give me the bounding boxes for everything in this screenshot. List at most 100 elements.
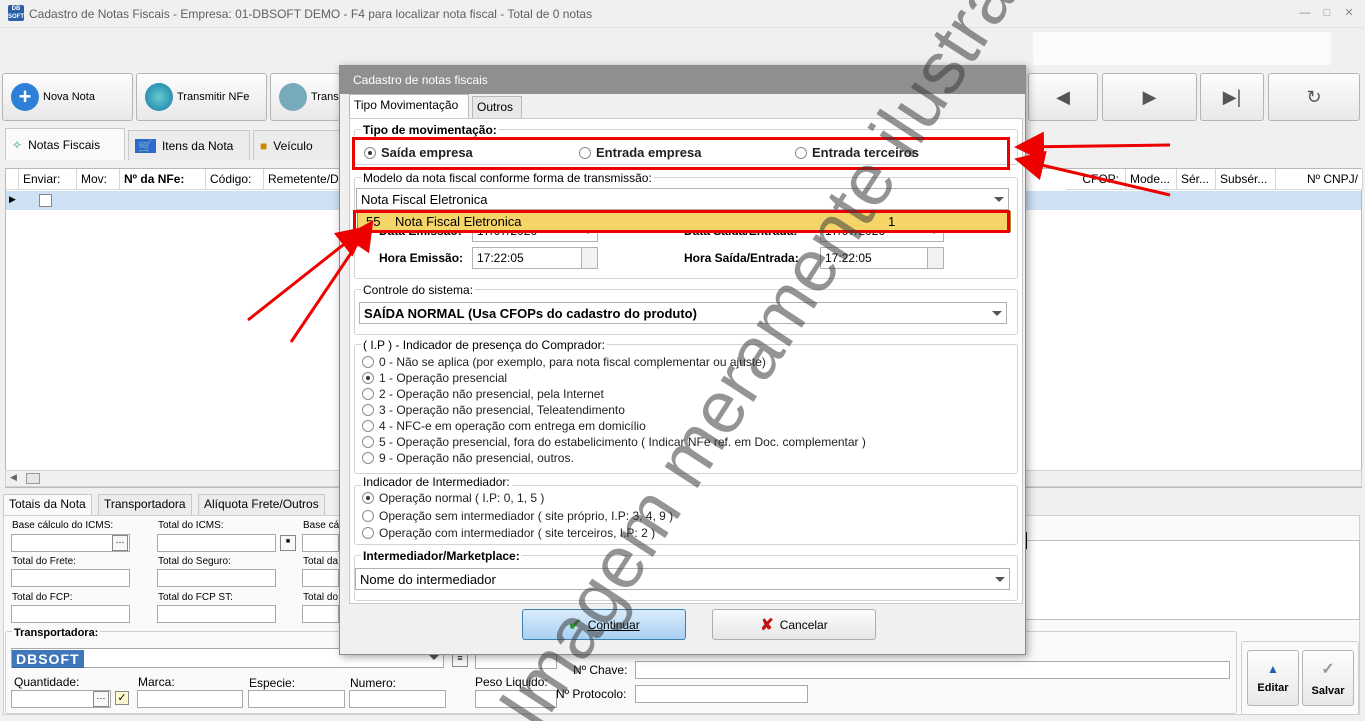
col-serie[interactable]: Sér... <box>1177 169 1216 190</box>
next-record-button[interactable]: ▶ <box>1102 73 1197 121</box>
transmitir-nfe-button[interactable]: Transmitir NFe <box>136 73 267 121</box>
total-seguro-input[interactable] <box>157 569 276 587</box>
editar-button[interactable]: ▲ Editar <box>1247 650 1299 706</box>
scroll-thumb[interactable] <box>26 473 40 484</box>
modelo-value: Nota Fiscal Eletronica <box>361 192 488 207</box>
hora-emissao-label: Hora Emissão: <box>379 251 464 265</box>
total-fcp-input[interactable] <box>11 605 130 623</box>
intermediador-label: Indicador de Intermediador: <box>361 475 512 489</box>
last-record-button[interactable]: ▶| <box>1200 73 1264 121</box>
tab-outros[interactable]: Outros <box>472 96 522 118</box>
continuar-button[interactable]: ✔ Continuar <box>522 609 686 640</box>
chave-input[interactable] <box>635 661 1230 679</box>
radio-icon <box>362 356 374 368</box>
scroll-left-icon[interactable]: ◀ <box>10 472 17 483</box>
col-remetente[interactable]: Remetente/D <box>264 169 346 190</box>
col-codigo[interactable]: Código: <box>206 169 264 190</box>
presenca-label: ( I.P ) - Indicador de presença do Compr… <box>361 338 607 352</box>
especie-input[interactable] <box>248 690 345 708</box>
peso-liquido-input[interactable] <box>475 690 557 708</box>
hora-saida-input[interactable]: 17:22:05 <box>820 247 944 269</box>
trans-button[interactable]: Trans <box>270 73 340 121</box>
chevron-down-icon <box>429 655 439 660</box>
base-icms-input[interactable]: ⋯ <box>11 534 130 552</box>
dbsoft-logo: DBSOFT <box>12 650 84 668</box>
edit-arrow-icon: ▲ <box>1267 662 1279 676</box>
base-cut-label: Base cál <box>303 520 342 531</box>
col-cfop[interactable]: CFOP: <box>1066 169 1126 190</box>
marketplace-label: Intermediador/Marketplace: <box>361 549 522 563</box>
intermediador-option-1[interactable]: Operação sem intermediador ( site própri… <box>362 509 673 523</box>
protocolo-input[interactable] <box>635 685 808 703</box>
total-da-input[interactable] <box>302 569 339 587</box>
close-icon[interactable]: ✕ <box>1342 6 1356 20</box>
editar-label: Editar <box>1257 682 1289 694</box>
toggle-icon[interactable]: ■ <box>280 535 296 551</box>
spin-buttons[interactable] <box>927 248 943 268</box>
quantidade-input[interactable]: ⋯ <box>11 690 111 708</box>
col-cnpj[interactable]: Nº CNPJ/ <box>1276 169 1363 190</box>
col-enviar[interactable]: Enviar: <box>19 169 77 190</box>
marketplace-combo[interactable]: Nome do intermediador <box>355 568 1010 590</box>
presenca-option-0[interactable]: 0 - Não se aplica (por exemplo, para not… <box>362 355 766 369</box>
hora-emissao-input[interactable]: 17:22:05 <box>472 247 598 269</box>
ellipsis-icon-2[interactable]: ⋯ <box>93 691 109 707</box>
tab-aliquota[interactable]: Alíquota Frete/Outros <box>198 494 325 515</box>
total-icms-input[interactable] <box>157 534 276 552</box>
arrow-to-tipo <box>1014 131 1171 162</box>
col-mov[interactable]: Mov: <box>77 169 120 190</box>
refresh-button[interactable]: ↻ <box>1268 73 1360 121</box>
continuar-label: Continuar <box>587 617 640 632</box>
numero-input[interactable] <box>349 690 446 708</box>
minimize-icon[interactable]: — <box>1298 6 1312 20</box>
radio-icon <box>362 436 374 448</box>
tab-transportadora[interactable]: Transportadora <box>98 494 192 515</box>
dropdown-item-label: Nota Fiscal Eletronica <box>395 214 522 229</box>
ellipsis-icon[interactable]: ⋯ <box>112 535 128 551</box>
tab-veiculo[interactable]: ■ Veículo <box>253 130 343 160</box>
radio-icon <box>795 146 807 159</box>
saida-empresa-radio[interactable]: Saída empresa <box>364 145 473 160</box>
total-do-label: Total do <box>303 592 339 603</box>
marca-input[interactable] <box>137 690 243 708</box>
presenca-option-2[interactable]: 2 - Operação não presencial, pela Intern… <box>362 387 604 401</box>
presenca-option-4[interactable]: 4 - NFC-e em operação com entrega em dom… <box>362 419 646 433</box>
salvar-button[interactable]: ✓ Salvar <box>1302 650 1354 706</box>
dropdown-code: 55 <box>366 214 381 229</box>
controle-combo[interactable]: SAÍDA NORMAL (Usa CFOPs do cadastro do p… <box>359 302 1007 324</box>
modelo-combo[interactable]: Nota Fiscal Eletronica <box>356 188 1009 210</box>
tab-tipo-movimentacao[interactable]: Tipo Movimentação <box>349 94 469 118</box>
tab-totais[interactable]: Totais da Nota <box>3 494 92 515</box>
cancelar-button[interactable]: ✘ Cancelar <box>712 609 876 640</box>
presenca-option-3[interactable]: 3 - Operação não presencial, Teleatendim… <box>362 403 625 417</box>
total-frete-input[interactable] <box>11 569 130 587</box>
col-modelo[interactable]: Mode... <box>1126 169 1177 190</box>
tab-itens-da-nota[interactable]: 🛒 Itens da Nota <box>128 130 250 160</box>
modelo-dropdown-item[interactable]: 55 Nota Fiscal Eletronica 1 <box>357 211 1011 232</box>
presenca-option-5[interactable]: 5 - Operação presencial, fora do estabel… <box>362 435 866 449</box>
radio-icon <box>362 527 374 539</box>
entrada-empresa-radio[interactable]: Entrada empresa <box>579 145 702 160</box>
presenca-option-label: 4 - NFC-e em operação com entrega em dom… <box>379 419 646 433</box>
radio-selected-icon <box>364 146 376 159</box>
enviar-checkbox[interactable] <box>39 194 52 207</box>
total-fcp-st-input[interactable] <box>157 605 276 623</box>
base-cut-input[interactable] <box>302 534 339 552</box>
row-pointer-icon: ▶ <box>9 194 16 204</box>
maximize-icon[interactable]: □ <box>1320 6 1334 20</box>
tab-itens-label: Itens da Nota <box>161 138 234 153</box>
total-do-input[interactable] <box>302 605 339 623</box>
presenca-option-1[interactable]: 1 - Operação presencial <box>362 371 507 385</box>
presenca-option-9[interactable]: 9 - Operação não presencial, outros. <box>362 451 574 465</box>
prev-record-button[interactable]: ◀ <box>1028 73 1098 121</box>
entrada-terceiros-radio[interactable]: Entrada terceiros <box>795 145 919 160</box>
intermediador-option-0[interactable]: Operação normal ( I.P: 0, 1, 5 ) <box>362 491 544 505</box>
nova-nota-button[interactable]: + Nova Nota <box>2 73 133 121</box>
col-subserie[interactable]: Subsér... <box>1216 169 1276 190</box>
spin-buttons[interactable] <box>581 248 597 268</box>
col-numero-nfe[interactable]: Nº da NFe: <box>120 169 206 190</box>
tab-notas-fiscais[interactable]: ✧ Notas Fiscais <box>5 128 125 160</box>
intermediador-option-2[interactable]: Operação com intermediador ( site tercei… <box>362 526 655 540</box>
observacao-box[interactable] <box>1020 540 1360 620</box>
quantidade-checkbox[interactable]: ✓ <box>115 691 129 705</box>
